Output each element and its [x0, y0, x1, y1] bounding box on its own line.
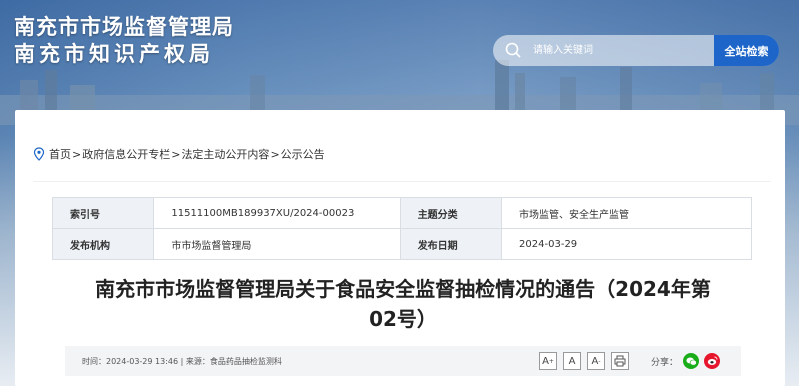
print-icon — [614, 355, 626, 367]
content-panel: 首页 > 政府信息公开专栏 > 法定主动公开内容 > 公示公告 索引号 1151… — [15, 110, 785, 386]
breadcrumb-gov-info[interactable]: 政府信息公开专栏 — [82, 146, 170, 162]
table-row: 发布机构 市市场监督管理局 发布日期 2024-03-29 — [51, 228, 752, 260]
share-section: 分享： — [651, 353, 721, 369]
article-meta: 时间：2024-03-29 13:46 | 来源：食品药品抽检监测科 — [82, 356, 282, 366]
share-label: 分享： — [651, 357, 679, 368]
breadcrumb-separator: > — [270, 147, 280, 161]
index-label: 索引号 — [51, 197, 155, 229]
search-button[interactable]: 全站检索 — [714, 35, 779, 66]
table-row: 索引号 11511100MB189937XU/2024-00023 主题分类 市… — [51, 197, 752, 229]
weibo-share-button[interactable] — [704, 353, 721, 369]
breadcrumb-statutory[interactable]: 法定主动公开内容 — [181, 146, 269, 162]
location-pin-icon — [33, 147, 45, 161]
search-icon — [505, 42, 521, 58]
wechat-share-button[interactable] — [683, 353, 700, 369]
article-container: 索引号 11511100MB189937XU/2024-00023 主题分类 市… — [33, 181, 771, 386]
category-label: 主题分类 — [399, 197, 503, 229]
breadcrumb-separator: > — [72, 147, 82, 161]
search-box: 全站检索 — [493, 35, 779, 66]
font-tools: A + A A- — [539, 352, 629, 370]
site-title-line2: 南充市知识产权局 — [14, 42, 214, 66]
date-label: 发布日期 — [399, 228, 503, 260]
font-normal-label: A — [568, 355, 576, 367]
article-title-line2: 02号） — [369, 307, 437, 331]
font-decrease-label: A — [591, 355, 599, 367]
site-title[interactable]: 南充市市场监督管理局 南充市知识产权局 — [14, 14, 234, 68]
font-increase-button[interactable]: A + — [539, 352, 557, 370]
breadcrumb-home[interactable]: 首页 — [49, 146, 71, 162]
site-title-line1: 南充市市场监督管理局 — [14, 15, 234, 39]
category-value: 市场监管、安全生产监管 — [501, 197, 752, 229]
date-value: 2024-03-29 — [501, 228, 752, 260]
search-input[interactable] — [533, 35, 713, 66]
print-button[interactable] — [611, 352, 629, 370]
font-normal-button[interactable]: A — [563, 352, 581, 370]
info-table: 索引号 11511100MB189937XU/2024-00023 主题分类 市… — [51, 197, 752, 260]
article-title: 南充市市场监督管理局关于食品安全监督抽检情况的通告（2024年第 02号） — [63, 274, 743, 334]
article-meta-bar: 时间：2024-03-29 13:46 | 来源：食品药品抽检监测科 A + A … — [65, 346, 741, 376]
wechat-icon — [685, 357, 697, 365]
publisher-label: 发布机构 — [51, 228, 155, 260]
breadcrumb-separator: > — [171, 147, 181, 161]
article-title-line1: 南充市市场监督管理局关于食品安全监督抽检情况的通告（2024年第 — [95, 277, 711, 301]
publisher-value: 市市场监督管理局 — [153, 228, 401, 260]
font-decrease-button[interactable]: A- — [587, 352, 605, 370]
font-increase-label: A — [542, 355, 549, 367]
breadcrumb: 首页 > 政府信息公开专栏 > 法定主动公开内容 > 公示公告 — [33, 146, 325, 162]
index-value: 11511100MB189937XU/2024-00023 — [153, 197, 401, 229]
breadcrumb-announcements[interactable]: 公示公告 — [281, 146, 325, 162]
weibo-icon — [707, 356, 717, 365]
